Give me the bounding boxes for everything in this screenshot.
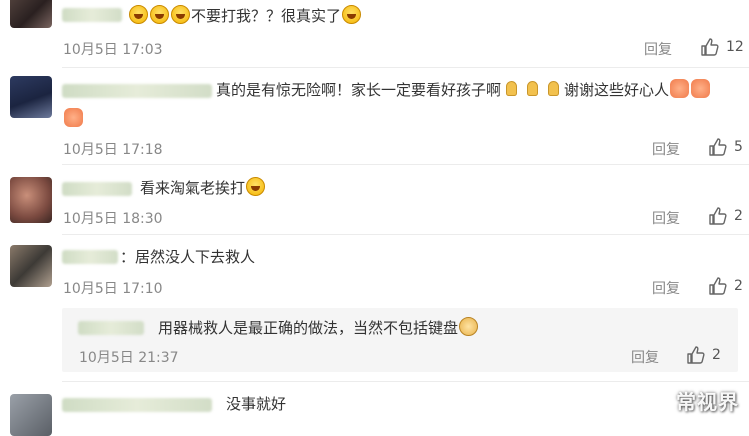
timestamp: 10月5日 17:18	[63, 142, 163, 158]
username[interactable]	[62, 84, 212, 98]
avatar[interactable]	[10, 76, 52, 118]
like-count: 2	[712, 347, 721, 363]
comment-text: 看来淘氣老挨打	[140, 177, 266, 198]
avatar[interactable]	[10, 245, 52, 287]
timestamp: 10月5日 17:03	[63, 42, 163, 58]
avatar[interactable]	[10, 394, 52, 436]
like-button[interactable]: 2	[686, 345, 721, 365]
thumbs-up-icon	[708, 137, 728, 157]
reply-button[interactable]: 回复	[644, 39, 672, 59]
praying-hands-emoji	[523, 79, 542, 98]
laughing-tears-emoji	[342, 5, 362, 24]
praying-hands-emoji	[502, 79, 521, 98]
username[interactable]	[62, 398, 212, 412]
username[interactable]	[62, 182, 132, 196]
fist-emoji	[64, 108, 83, 127]
fist-emoji	[670, 79, 690, 98]
comment-text-line2	[63, 108, 84, 129]
thumbs-up-icon	[708, 276, 728, 296]
sub-reply: 用器械救人是最正确的做法，当然不包括键盘 10月5日 21:37 回复 2	[62, 308, 738, 372]
thumbs-up-icon	[708, 206, 728, 226]
like-button[interactable]: 2	[708, 206, 743, 226]
fist-emoji	[691, 79, 711, 98]
reply-button[interactable]: 回复	[652, 278, 680, 298]
thumbs-up-icon	[700, 37, 720, 57]
reply-button[interactable]: 回复	[631, 347, 659, 367]
username[interactable]	[62, 250, 118, 264]
like-count: 5	[734, 139, 743, 155]
like-count: 12	[726, 39, 744, 55]
laughing-tears-emoji	[150, 5, 169, 24]
comment-3: 看来淘氣老挨打 10月5日 18:30 回复 2	[0, 165, 749, 235]
avatar[interactable]	[10, 177, 52, 223]
comment-2: 真的是有惊无险啊！家长一定要看好孩子啊 谢谢这些好心人 10月5日 17:18 回…	[0, 68, 749, 165]
praying-hands-emoji	[544, 79, 563, 98]
comment-text: ：居然没人下去救人	[120, 248, 256, 266]
like-button[interactable]: 12	[700, 37, 744, 57]
avatar[interactable]	[10, 0, 52, 28]
like-button[interactable]: 2	[708, 276, 743, 296]
comment-5: 没事就好	[0, 382, 749, 436]
reply-button[interactable]: 回复	[652, 139, 680, 159]
timestamp: 10月5日 18:30	[63, 211, 163, 227]
reply-button[interactable]: 回复	[652, 208, 680, 228]
like-count: 2	[734, 278, 743, 294]
comment-4: ：居然没人下去救人 10月5日 17:10 回复 2 用器械救人是最正确的做法，…	[0, 235, 749, 380]
laughing-tears-emoji	[246, 177, 266, 196]
comment-text: 不要打我？？很真实了	[128, 5, 362, 26]
timestamp: 10月5日 21:37	[79, 350, 179, 366]
username[interactable]	[62, 8, 122, 22]
doge-emoji	[459, 317, 479, 336]
comment-text: 真的是有惊无险啊！家长一定要看好孩子啊 谢谢这些好心人	[216, 79, 711, 100]
sub-reply-text: 用器械救人是最正确的做法，当然不包括键盘	[158, 317, 479, 338]
watermark: 常视界	[676, 390, 739, 414]
laughing-tears-emoji	[171, 5, 190, 24]
comment-text: 没事就好	[226, 395, 287, 413]
comment-1: 不要打我？？很真实了 10月5日 17:03 回复 12	[0, 0, 749, 67]
thumbs-up-icon	[686, 345, 706, 365]
timestamp: 10月5日 17:10	[63, 281, 163, 297]
like-button[interactable]: 5	[708, 137, 743, 157]
laughing-tears-emoji	[129, 5, 148, 24]
username[interactable]	[78, 321, 144, 335]
like-count: 2	[734, 208, 743, 224]
